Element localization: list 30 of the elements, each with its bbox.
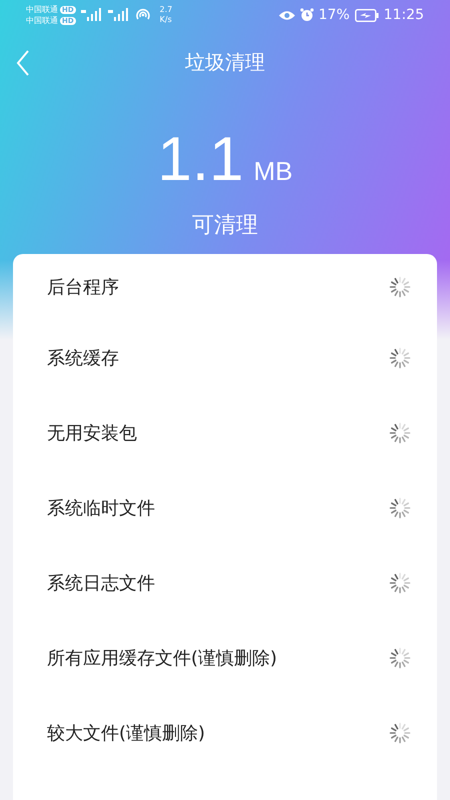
speed-unit: K/s xyxy=(160,15,172,25)
clock: 11:25 xyxy=(384,7,424,23)
junk-size: 1.1 xyxy=(157,124,244,195)
size-unit: MB xyxy=(254,156,293,187)
alarm-icon xyxy=(300,8,314,22)
junk-category[interactable]: 系统缓存 xyxy=(47,346,119,370)
junk-category[interactable]: 较大文件(谨慎删除) xyxy=(47,720,206,744)
junk-category[interactable]: 无用安装包 xyxy=(47,420,137,444)
loading-spinner-icon xyxy=(389,646,411,668)
loading-spinner-icon xyxy=(389,722,411,744)
junk-category[interactable]: 后台程序 xyxy=(47,275,119,299)
hotspot-icon xyxy=(134,8,151,22)
carrier-name: 中国联通 xyxy=(26,15,58,26)
cleanable-label: 可清理 xyxy=(191,212,259,240)
junk-category[interactable]: 所有应用缓存文件(谨慎删除) xyxy=(47,646,278,670)
carrier-name: 中国联通 xyxy=(26,4,58,15)
signal-icon xyxy=(80,8,103,22)
junk-category[interactable]: 系统临时文件 xyxy=(47,496,155,520)
signal-icon xyxy=(108,8,130,22)
page-title: 垃圾清理 xyxy=(185,48,265,76)
battery-percent: 17% xyxy=(318,7,350,23)
eye-icon xyxy=(278,10,295,20)
network-speed: 2.7 xyxy=(160,5,172,15)
loading-spinner-icon xyxy=(389,276,411,298)
loading-spinner-icon xyxy=(389,496,411,518)
battery-charging-icon xyxy=(354,8,379,22)
loading-spinner-icon xyxy=(389,572,411,594)
loading-spinner-icon xyxy=(389,346,411,368)
loading-spinner-icon xyxy=(389,422,411,444)
junk-category[interactable]: 系统日志文件 xyxy=(47,570,155,594)
